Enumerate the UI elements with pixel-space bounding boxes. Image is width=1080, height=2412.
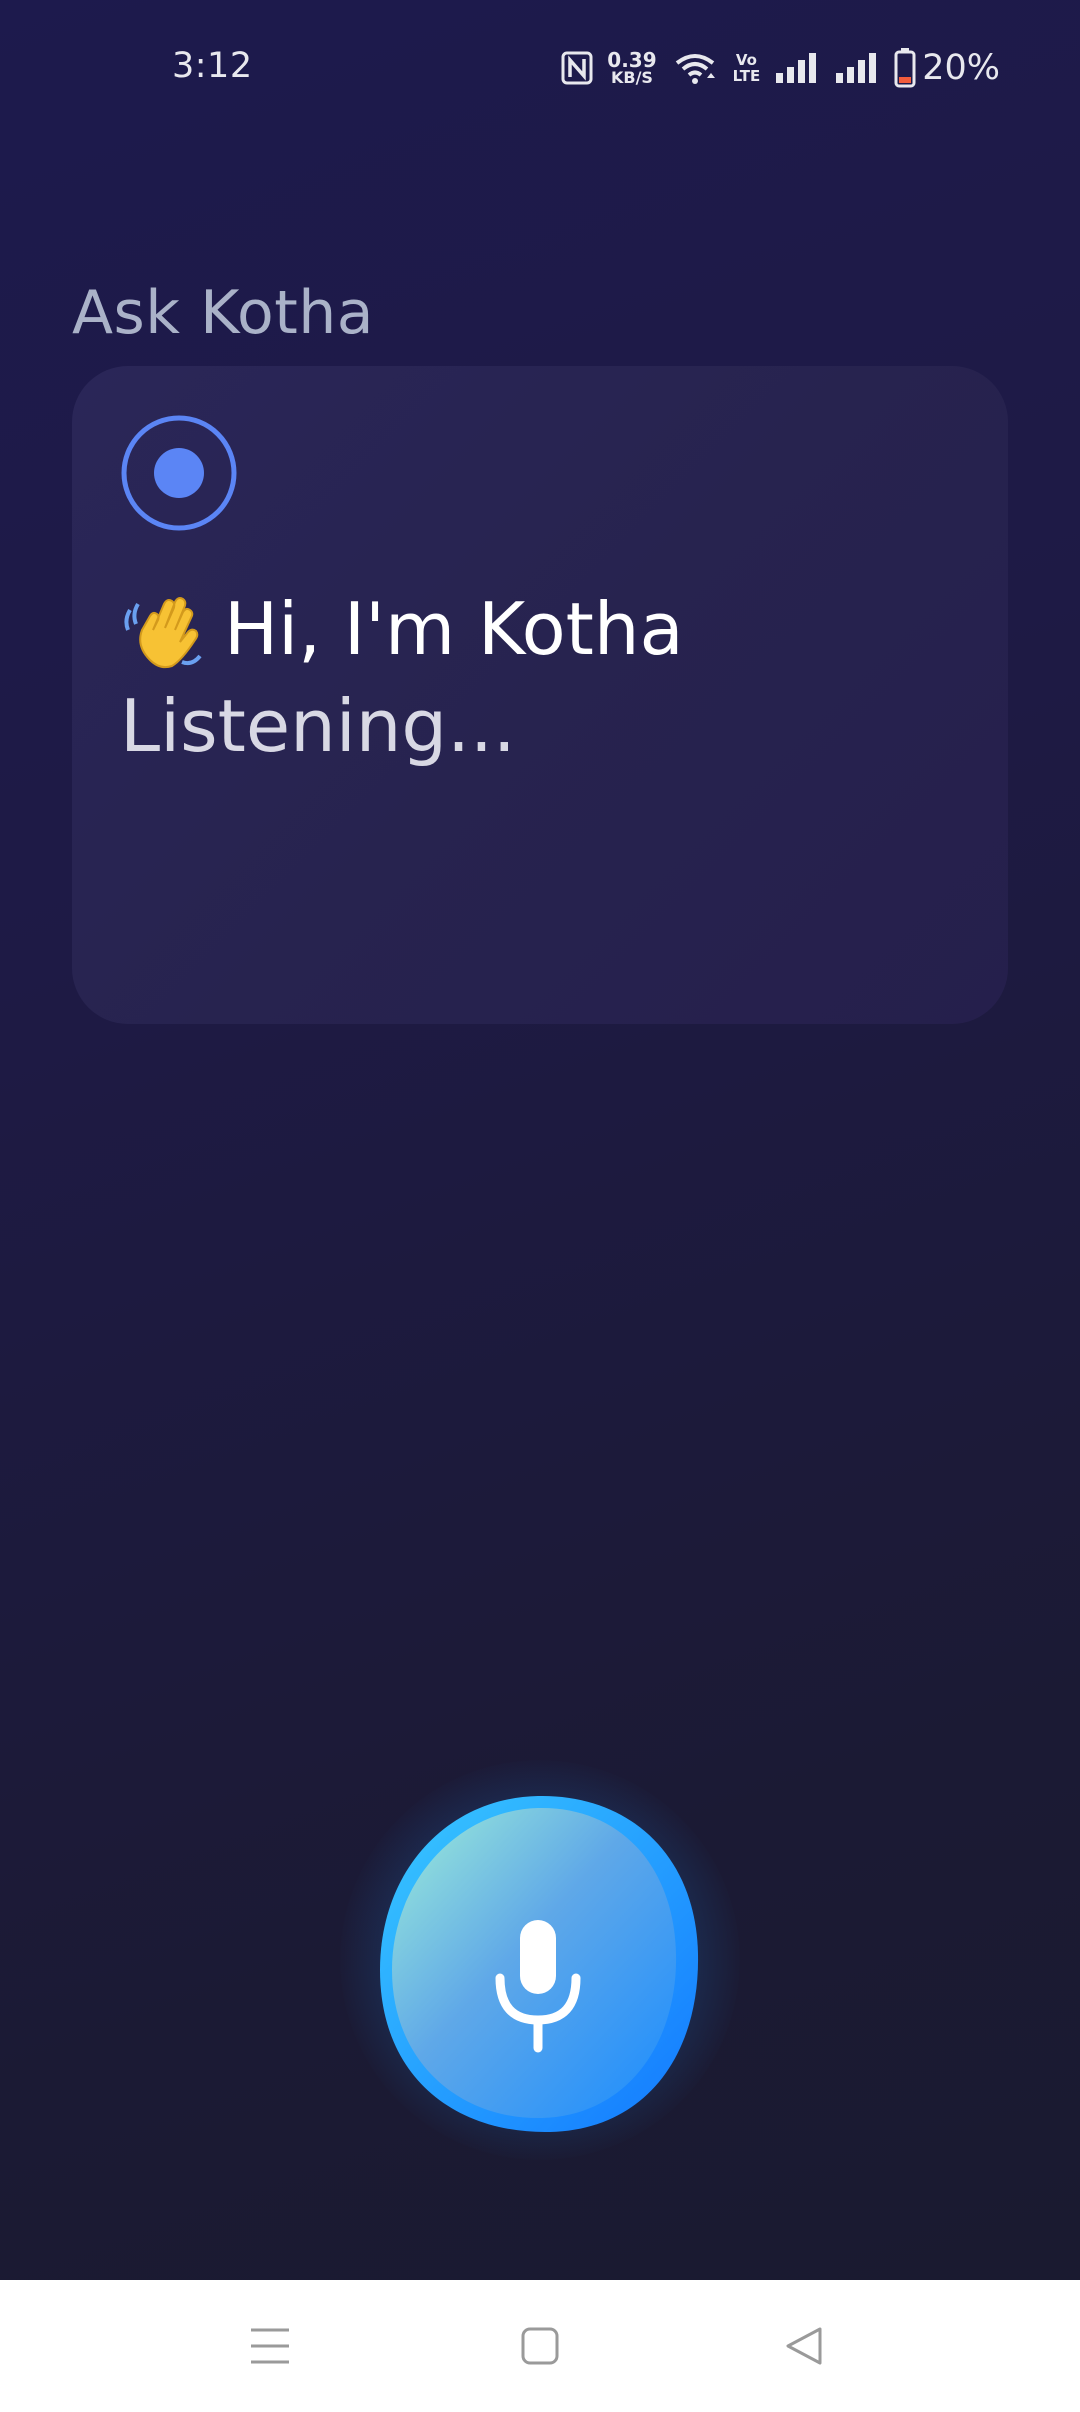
signal-icon-sim2	[836, 53, 877, 83]
volte-indicator: Vo LTE	[733, 52, 761, 84]
volte-bottom: LTE	[732, 67, 761, 85]
waving-hand-icon	[124, 597, 202, 669]
microphone-blob	[380, 1795, 699, 2133]
network-speed: 0.39 KB/S	[607, 47, 657, 87]
back-button[interactable]	[764, 2306, 844, 2386]
recent-apps-button[interactable]	[230, 2306, 310, 2386]
greeting-text: Hi, I'm Kotha	[224, 587, 684, 671]
record-dot-icon	[121, 415, 237, 531]
status-icons: 0.39 KB/S Vo LTE 20%	[561, 44, 1000, 92]
nfc-icon	[561, 51, 593, 85]
network-speed-value: 0.39	[607, 47, 657, 72]
battery-icon	[894, 48, 916, 88]
status-bar: 3:12 0.39 KB/S Vo LTE 20%	[0, 0, 1080, 140]
status-time: 3:12	[172, 46, 253, 86]
greeting-line: Hi, I'm Kotha	[120, 586, 684, 672]
home-icon	[521, 2327, 559, 2365]
menu-icon	[251, 2328, 289, 2364]
volte-top: Vo	[735, 51, 757, 69]
home-button[interactable]	[500, 2306, 580, 2386]
back-icon	[786, 2327, 822, 2365]
battery-percentage: 20%	[922, 48, 1000, 88]
microphone-button[interactable]	[378, 1794, 700, 2134]
navigation-bar	[0, 2280, 1080, 2412]
assistant-card: Hi, I'm Kotha Listening...	[72, 366, 1008, 1024]
signal-icon-sim1	[776, 53, 817, 83]
listening-status: Listening...	[120, 684, 516, 768]
page-title: Ask Kotha	[72, 278, 375, 348]
wifi-icon	[675, 54, 715, 84]
network-speed-unit: KB/S	[610, 67, 653, 87]
